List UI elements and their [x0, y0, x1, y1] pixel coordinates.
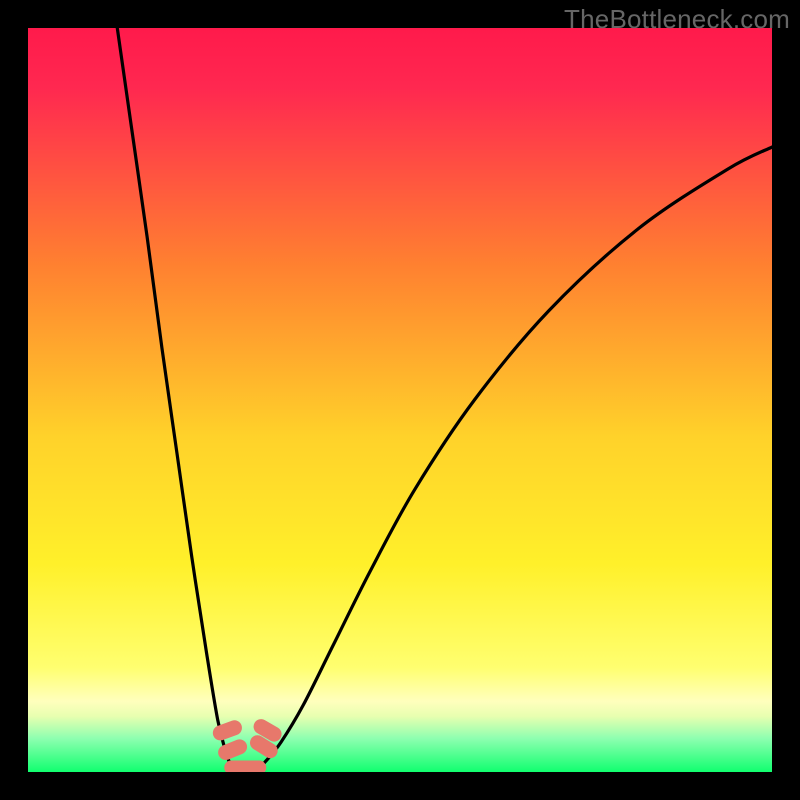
plot-area — [28, 28, 772, 772]
watermark-text: TheBottleneck.com — [564, 4, 790, 35]
floor-marker — [224, 761, 266, 772]
gradient-background — [28, 28, 772, 772]
chart-frame: TheBottleneck.com — [0, 0, 800, 800]
plot-svg — [28, 28, 772, 772]
